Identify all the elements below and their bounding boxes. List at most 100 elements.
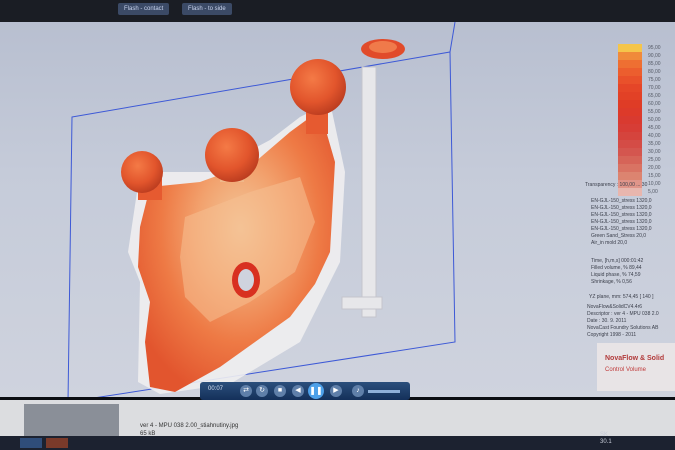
next-icon[interactable]: ▶ [330, 385, 342, 397]
legend-row: 5,00 [618, 188, 675, 196]
novaflow-logo: NovaFlow & Solid Control Volume [597, 343, 675, 391]
result-row: Filled volume, % 89,44 [591, 265, 642, 271]
legend-swatch [618, 188, 642, 196]
legend-swatch [618, 132, 642, 140]
legend-row: 50,00 [618, 116, 675, 124]
info-row: NovaCast Foundry Solutions AB [587, 325, 659, 331]
gating-system [341, 39, 405, 318]
taskbar-app-player[interactable] [46, 438, 68, 448]
system-clock: SK 30.1 [600, 432, 612, 446]
legend-row: 15,00 [618, 172, 675, 180]
legend-swatch [618, 76, 642, 84]
legend-value: 60,00 [648, 101, 661, 107]
material-row: EN-GJL-150_stress 1320,0 [591, 226, 652, 232]
flash-side-button[interactable]: Flash - to side [182, 3, 232, 15]
volume-slider[interactable] [368, 390, 400, 393]
legend-row: 45,00 [618, 124, 675, 132]
transparency-label: Transparency : 100,00 ... 30 [585, 182, 648, 188]
legend-swatch [618, 164, 642, 172]
file-name: ver 4 - MPU 038 2.00_stiahnutiny.jpg [140, 423, 239, 429]
legend-row: 95,00 [618, 44, 675, 52]
brand-title: NovaFlow & Solid [605, 355, 665, 362]
legend-row: 65,00 [618, 92, 675, 100]
file-thumbnail[interactable] [24, 404, 119, 436]
legend-swatch [618, 124, 642, 132]
result-row: Time, [h,m,s] 000:01:42 [591, 258, 644, 264]
material-row: Air_in mold 20,0 [591, 240, 628, 246]
legend-swatch [618, 92, 642, 100]
legend-value: 35,00 [648, 141, 661, 147]
top-toolbar: Flash - contact Flash - to side [0, 0, 675, 22]
result-row: Liquid phase, % 74,59 [591, 272, 641, 278]
legend-value: 95,00 [648, 45, 661, 51]
legend-swatch [618, 100, 642, 108]
volume-icon[interactable]: ♪ [352, 385, 364, 397]
casting-simulation-render [67, 22, 456, 397]
legend-value: 75,00 [648, 77, 661, 83]
3d-viewport[interactable] [0, 22, 675, 397]
legend-row: 20,00 [618, 164, 675, 172]
legend-row: 25,00 [618, 156, 675, 164]
legend-row: 85,00 [618, 60, 675, 68]
info-row: NovaFlow&SolidCV4.4r6 [587, 304, 643, 310]
legend-value: 65,00 [648, 93, 661, 99]
flash-contact-button[interactable]: Flash - contact [118, 3, 170, 15]
result-list: Time, [h,m,s] 000:01:42 Filled volume, % … [591, 258, 643, 286]
legend-value: 70,00 [648, 85, 661, 91]
legend-row: 90,00 [618, 52, 675, 60]
legend-value: 5,00 [648, 189, 658, 195]
info-list: NovaFlow&SolidCV4.4r6 Descriptor : ver 4 … [587, 304, 659, 339]
result-row: Shrinkage, % 0,56 [591, 279, 632, 285]
plane-label: YZ plane, mm: 574,45 [ 140 ] [589, 294, 654, 300]
legend-swatch [618, 84, 642, 92]
legend-value: 15,00 [648, 173, 661, 179]
info-row: Copyright 1998 - 2011 [587, 332, 637, 338]
previous-icon[interactable]: ◀ [292, 385, 304, 397]
legend-swatch [618, 60, 642, 68]
info-row: Descriptor : ver 4 - MPU 038 2.0 [587, 311, 659, 317]
material-row: EN-GJL-150_stress 1320,0 [591, 219, 652, 225]
language-indicator: SK [600, 432, 609, 438]
windows-taskbar [0, 436, 675, 450]
legend-row: 55,00 [618, 108, 675, 116]
legend-value: 40,00 [648, 133, 661, 139]
legend-swatch [618, 108, 642, 116]
legend-value: 20,00 [648, 165, 661, 171]
legend-swatch [618, 116, 642, 124]
legend-swatch [618, 44, 642, 52]
shuffle-icon[interactable]: ⇄ [240, 385, 252, 397]
legend-row: 80,00 [618, 68, 675, 76]
legend-swatch [618, 68, 642, 76]
material-row: EN-GJL-150_stress 1320,0 [591, 205, 652, 211]
legend-row: 60,00 [618, 100, 675, 108]
monitor-screen: Flash - contact Flash - to side 95,00 90… [0, 0, 675, 450]
legend-row: 75,00 [618, 76, 675, 84]
legend-value: 50,00 [648, 117, 661, 123]
legend-row: 70,00 [618, 84, 675, 92]
legend-row: 35,00 [618, 140, 675, 148]
playback-time: 00:07 [208, 386, 224, 392]
legend-swatch [618, 140, 642, 148]
legend-value: 45,00 [648, 125, 661, 131]
legend-row: 40,00 [618, 132, 675, 140]
stop-icon[interactable]: ■ [274, 385, 286, 397]
legend-swatch [618, 148, 642, 156]
legend-value: 80,00 [648, 69, 661, 75]
color-legend: 95,00 90,00 85,00 80,00 75,00 70,00 65,00 60,00… [618, 44, 675, 196]
info-row: Date : 30. 9. 2011 [587, 318, 627, 324]
legend-swatch [618, 156, 642, 164]
legend-value: 30,00 [648, 149, 661, 155]
taskbar-app-explorer[interactable] [20, 438, 42, 448]
material-row: EN-GJL-150_stress 1320,0 [591, 198, 652, 204]
legend-value: 90,00 [648, 53, 661, 59]
legend-row: 30,00 [618, 148, 675, 156]
material-list: EN-GJL-150_stress 1320,0 EN-GJL-150_stres… [591, 198, 652, 247]
legend-value: 85,00 [648, 61, 661, 67]
legend-swatch [618, 172, 642, 180]
results-panel: 95,00 90,00 85,00 80,00 75,00 70,00 65,00 60,00… [585, 22, 675, 382]
media-player-controls: 00:07 ⇄ ↻ ■ ◀ ❚❚ ▶ ♪ [200, 382, 410, 400]
play-pause-button[interactable]: ❚❚ [308, 383, 324, 399]
repeat-icon[interactable]: ↻ [256, 385, 268, 397]
material-row: Green Sand_Stress 20,0 [591, 233, 647, 239]
legend-swatch [618, 52, 642, 60]
